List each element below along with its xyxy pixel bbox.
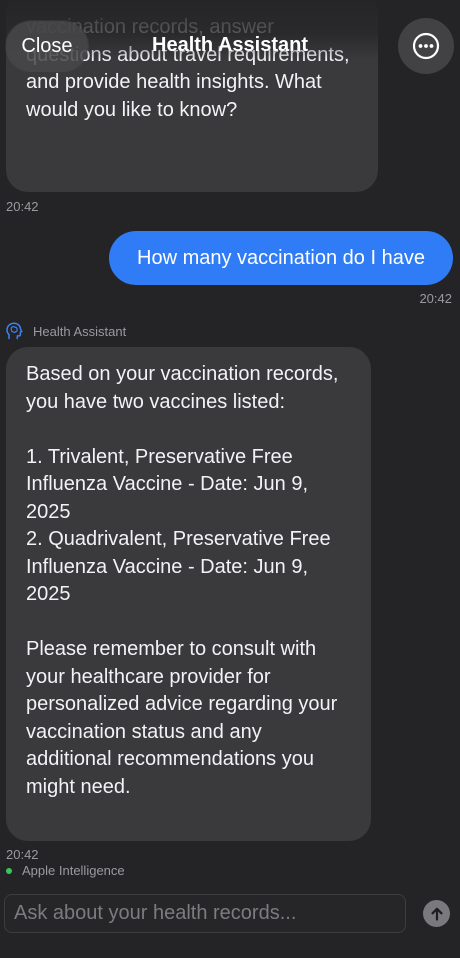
assistant-sender-name: Health Assistant	[33, 323, 127, 339]
assistant-sender-row: Health Assistant	[6, 322, 126, 340]
page-title: Health Assistant	[152, 34, 308, 56]
ellipsis-circle-icon	[412, 32, 440, 60]
send-button[interactable]	[423, 900, 450, 927]
brain-head-icon	[6, 322, 23, 340]
assistant-reply-timestamp: 20:42	[6, 847, 39, 862]
user-question-message: How many vaccination do I have	[109, 231, 453, 285]
more-options-button[interactable]	[398, 18, 454, 74]
assistant-reply-message: Based on your vaccination records, you h…	[6, 347, 371, 841]
status-dot-icon	[6, 867, 12, 874]
chat-transcript[interactable]: vaccination records, answer questions ab…	[0, 0, 460, 890]
health-query-input[interactable]	[4, 894, 406, 933]
model-source-label: Apple Intelligence	[6, 863, 125, 878]
arrow-up-icon	[430, 907, 443, 921]
user-question-timestamp: 20:42	[419, 291, 452, 306]
assistant-intro-timestamp: 20:42	[6, 199, 39, 214]
model-source-name: Apple Intelligence	[22, 863, 125, 878]
